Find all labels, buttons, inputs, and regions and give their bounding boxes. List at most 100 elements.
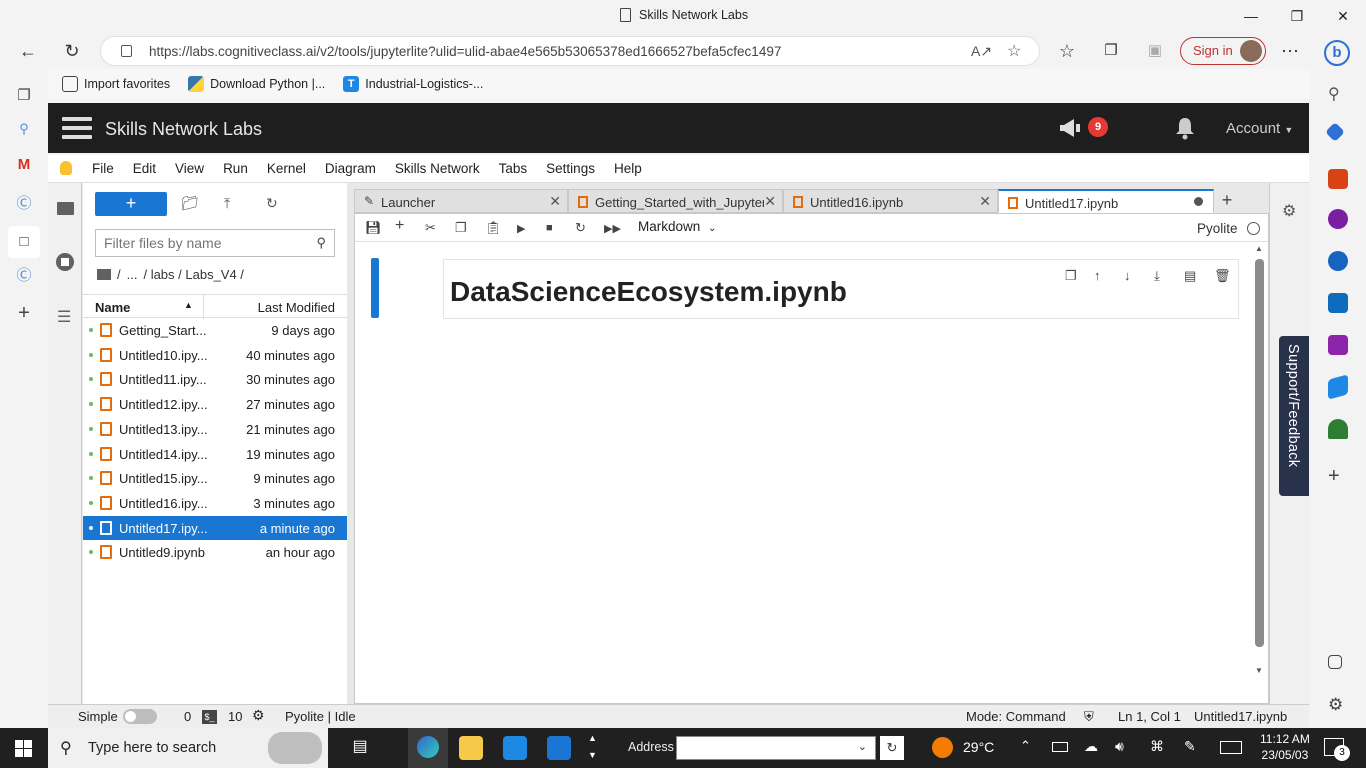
tab-untitled17[interactable]: Untitled17.ipynb [998,189,1214,213]
cell-type-select[interactable]: Markdown ⌄ [638,219,716,234]
kernel-status[interactable]: Pyolite | Idle [285,709,356,724]
more-menu-icon[interactable]: ⋯ [1275,38,1305,64]
stop-icon[interactable]: ■ [546,222,553,234]
send-icon[interactable] [1328,374,1348,400]
address-bar[interactable]: https://labs.cognitiveclass.ai/v2/tools/… [100,36,1040,66]
menu-help[interactable]: Help [614,161,653,176]
mail-icon[interactable] [547,736,571,760]
menu-file[interactable]: File [92,161,125,176]
tab-untitled16[interactable]: Untitled16.ipynb ✕ [783,189,998,213]
address-toolbar-input[interactable]: ⌄ [676,736,876,760]
new-tab-button[interactable]: + [1216,189,1238,213]
running-kernels-icon[interactable] [56,253,74,271]
duplicate-cell-icon[interactable]: ❐ [1065,268,1077,284]
refresh-button[interactable]: ↻ [57,38,87,64]
folder-icon[interactable] [57,202,74,215]
minimize-button[interactable]: — [1228,4,1274,28]
upload-icon[interactable]: ⤒ [224,195,230,212]
tab-actions-icon[interactable]: ❐ [14,86,34,106]
breadcrumb-root[interactable]: / [117,267,121,282]
scroll-up-icon[interactable]: ▲ [1255,244,1263,253]
markdown-cell[interactable]: DataScienceEcosystem.ipynb ❐ ↑ ↓ ⤓ ▤ 🗑︎ [443,259,1239,319]
terminal-icon[interactable]: $_ [202,710,217,724]
insert-cell-icon[interactable]: + [395,217,404,235]
file-list-item[interactable]: Untitled9.ipynb an hour ago [83,540,347,564]
close-window-button[interactable]: ✕ [1320,4,1366,28]
tab-getting-started[interactable]: Getting_Started_with_Jupyter ✕ [568,189,783,213]
delete-cell-icon[interactable]: 🗑︎ [1214,268,1231,284]
copy-icon[interactable]: ❐ [455,220,467,236]
file-list-item[interactable]: Untitled12.ipy... 27 minutes ago [83,392,347,416]
menu-kernel[interactable]: Kernel [267,161,317,176]
toolbar-scroll-icon[interactable]: ▲ ▼ [588,730,597,764]
file-explorer-icon[interactable] [459,736,483,760]
bing-icon[interactable]: b [1322,38,1352,66]
volume-icon[interactable]: 🔊︎ [1115,738,1124,755]
keyboard-icon[interactable] [1220,741,1242,754]
menu-run[interactable]: Run [223,161,259,176]
taskbar-search[interactable]: ⚲ Type here to search [48,728,328,768]
add-icon[interactable]: + [14,302,34,324]
support-feedback-tab[interactable]: Support/Feedback [1279,336,1309,496]
filter-files-input[interactable] [96,230,296,256]
add-favorite-icon[interactable]: ☆ [1007,41,1021,61]
new-folder-icon[interactable]: 📁︎ [181,195,199,212]
column-name[interactable]: Name [95,300,130,315]
file-list-item[interactable]: Untitled13.ipy... 21 minutes ago [83,417,347,441]
favorites-icon[interactable]: ☆ [1052,38,1082,64]
wifi-icon[interactable]: ⌘ [1150,738,1164,755]
file-list-item[interactable]: Untitled15.ipy... 9 minutes ago [83,466,347,490]
add-icon[interactable]: + [1328,465,1348,487]
document-icon[interactable]: □ [8,226,40,258]
c-app-icon-2[interactable]: Ⓒ [14,264,34,284]
go-icon[interactable]: ↻ [880,736,904,760]
unsaved-dot-icon[interactable] [1194,197,1203,206]
folder-icon[interactable] [97,269,111,280]
cursor-position[interactable]: Ln 1, Col 1 [1118,709,1181,724]
file-list-item[interactable]: Untitled11.ipy... 30 minutes ago [83,367,347,391]
move-up-icon[interactable]: ↑ [1094,268,1101,283]
menu-edit[interactable]: Edit [133,161,167,176]
file-list-item[interactable]: Untitled17.ipy... a minute ago [83,515,347,540]
favorite-industrial[interactable]: T Industrial-Logistics-... [343,76,483,92]
cloud-icon[interactable]: ☁ [1084,738,1098,755]
menu-diagram[interactable]: Diagram [325,161,387,176]
file-list-item[interactable]: Getting_Start... 9 days ago [83,318,347,342]
simple-mode-toggle[interactable] [123,709,157,724]
run-all-icon[interactable]: ▶▶ [604,222,621,235]
save-icon[interactable]: 💾︎ [365,220,382,236]
gmail-icon[interactable]: M [14,156,34,176]
tools-icon[interactable] [1328,169,1348,189]
cut-icon[interactable]: ✂ [425,220,436,236]
designer-icon[interactable] [1328,335,1348,355]
restart-icon[interactable]: ↻ [575,220,586,236]
outlook-icon[interactable] [1328,293,1348,313]
settings-gear-icon[interactable]: ⚙ [1328,695,1348,715]
collections-icon[interactable]: ❐ [1096,38,1126,64]
notebook-scrollbar[interactable] [1255,259,1264,647]
clock[interactable]: 11:12 AM 23/05/03 [1260,731,1310,763]
bell-icon[interactable] [1174,116,1196,140]
shopping-tag-icon[interactable] [1325,122,1345,142]
sidebar-toggle-icon[interactable] [1328,655,1342,669]
menu-view[interactable]: View [175,161,215,176]
close-tab-icon[interactable]: ✕ [979,193,991,210]
file-list-item[interactable]: Untitled14.ipy... 19 minutes ago [83,442,347,466]
search-icon[interactable]: ⚲ [14,121,34,141]
breadcrumb-path[interactable]: / labs / Labs_V4 / [143,267,243,282]
property-inspector-icon[interactable]: ⚙ [1282,201,1296,221]
games-icon[interactable] [1328,209,1348,229]
file-list-item[interactable]: Untitled10.ipy... 40 minutes ago [83,343,347,367]
c-app-icon[interactable]: Ⓒ [14,192,34,212]
paste-icon[interactable]: 📋︎ [485,220,502,236]
run-icon[interactable]: ▶ [517,222,525,235]
show-hidden-icons[interactable]: ⌃ [1020,738,1031,754]
new-launcher-button[interactable]: + [95,192,167,216]
kernel-gear-icon[interactable]: ⚙ [252,707,265,724]
menu-settings[interactable]: Settings [546,161,606,176]
extensions-icon[interactable]: ▣ [1140,38,1170,64]
tab-launcher[interactable]: ✎ Launcher ✕ [354,189,568,213]
restore-button[interactable]: ❐ [1274,4,1320,28]
close-tab-icon[interactable]: ✕ [764,193,776,210]
refresh-icon[interactable]: ↻ [266,195,278,212]
